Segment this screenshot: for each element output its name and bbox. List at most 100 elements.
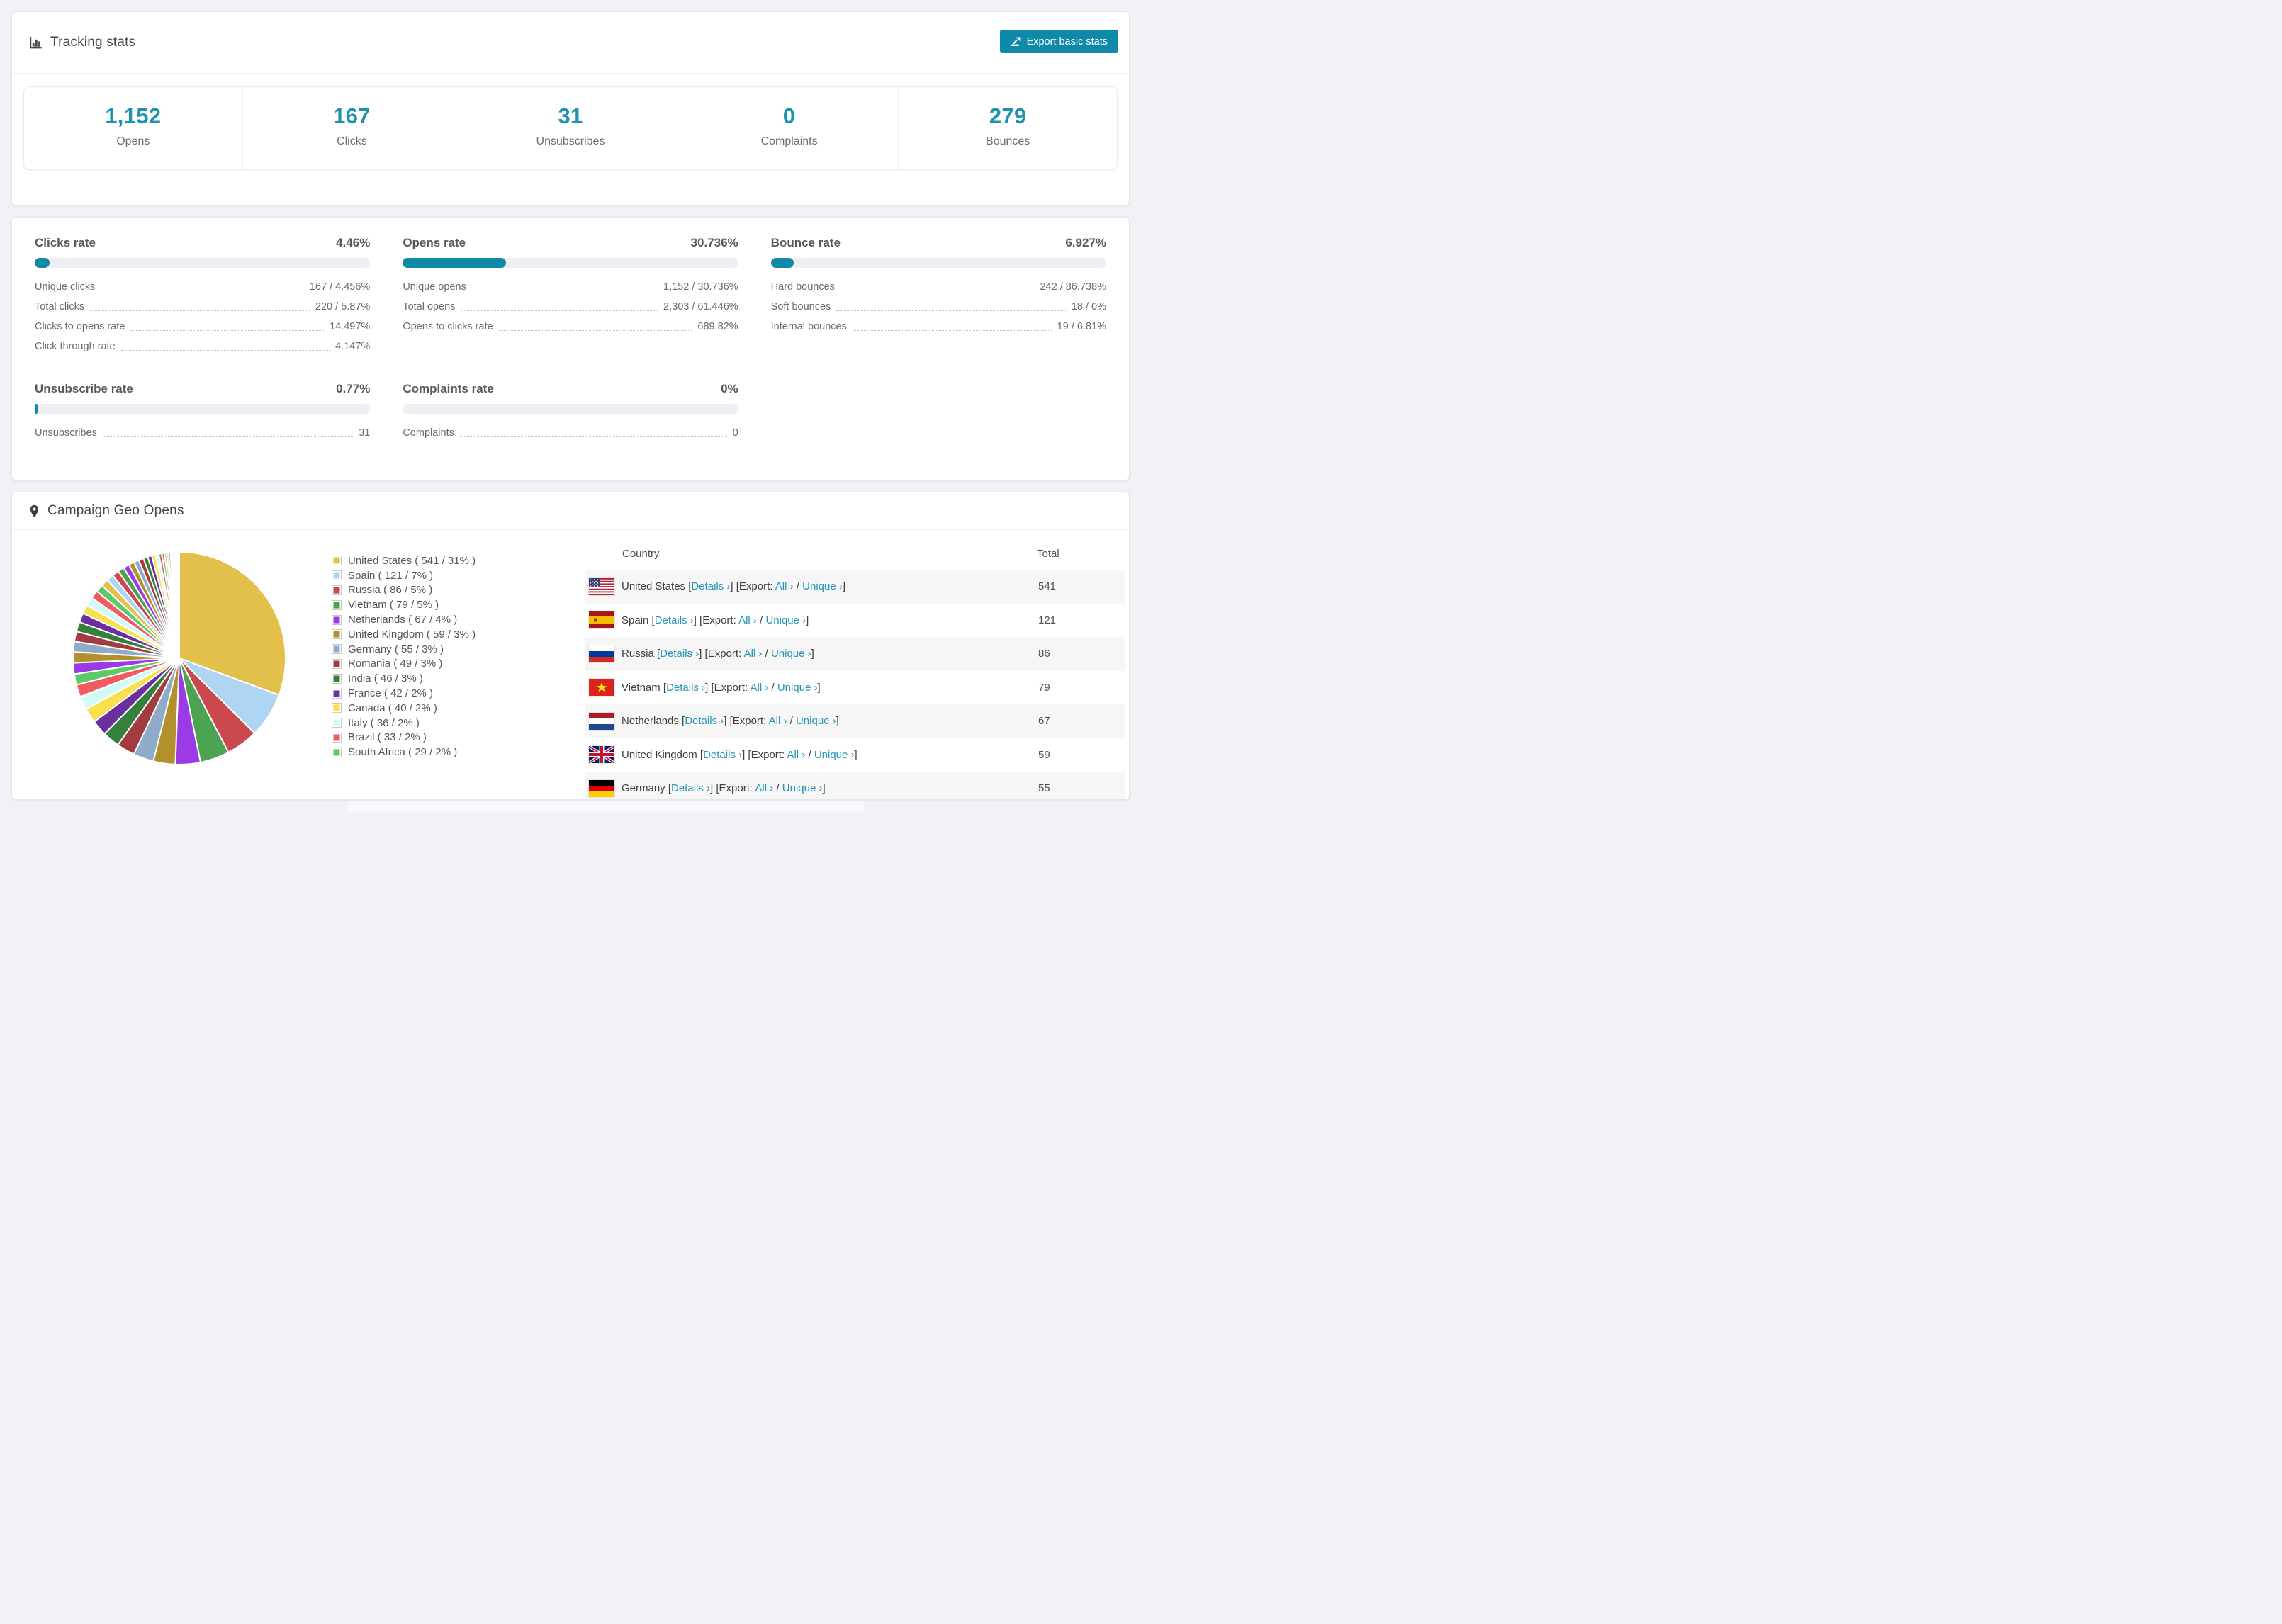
legend-label: Germany ( 55 / 3% ) [348, 643, 444, 655]
export-all-link[interactable]: All › [775, 580, 794, 592]
export-unique-link[interactable]: Unique › [777, 682, 818, 694]
rate-value: 0% [721, 382, 738, 395]
stat-label: Unsubscribes [536, 135, 605, 147]
rate-stat-value: 4.147% [335, 341, 371, 352]
legend-item-netherlands: Netherlands ( 67 / 4% ) [332, 612, 476, 627]
export-all-link[interactable]: All › [738, 614, 757, 626]
details-link[interactable]: Details › [655, 614, 694, 626]
legend-label: Italy ( 36 / 2% ) [348, 716, 420, 729]
rate-stat-label: Complaints [403, 427, 454, 439]
rate-value: 6.927% [1065, 236, 1106, 249]
stat-label: Bounces [986, 135, 1030, 147]
rate-stat-value: 18 / 0% [1071, 301, 1106, 312]
export-unique-link[interactable]: Unique › [771, 648, 811, 660]
geo-total-cell: 121 [1038, 614, 1057, 626]
export-icon [1011, 36, 1021, 47]
stat-label: Opens [116, 135, 150, 147]
stat-tile-clicks: 167 Clicks [242, 87, 461, 169]
legend-swatch [332, 629, 342, 640]
legend-item-united-states: United States ( 541 / 31% ) [332, 553, 476, 568]
geo-country-cell: United Kingdom [Details ›] [Export: All … [622, 748, 858, 761]
rate-stat-label: Internal bounces [770, 321, 847, 332]
rate-title: Complaints rate [403, 382, 494, 395]
rate-block-complaints-rate: Complaints rate 0% Complaints 0 [403, 382, 738, 443]
details-link[interactable]: Details › [660, 648, 699, 660]
geo-total-cell: 55 [1038, 782, 1050, 795]
legend-item-france: France ( 42 / 2% ) [332, 686, 476, 701]
details-link[interactable]: Details › [703, 749, 742, 761]
legend-label: Canada ( 40 / 2% ) [348, 701, 437, 714]
details-link[interactable]: Details › [685, 715, 724, 727]
flag-icon-us [589, 577, 614, 595]
legend-swatch [332, 570, 342, 581]
rate-progress-fill [770, 258, 794, 268]
geo-title: Campaign Geo Opens [47, 503, 184, 518]
legend-swatch [332, 732, 342, 743]
dotted-leader [90, 310, 310, 311]
geo-total-cell: 67 [1038, 715, 1050, 728]
map-pin-icon [29, 504, 40, 518]
stat-value: 0 [782, 103, 796, 128]
tracking-stats-card: Tracking stats Export basic stats 1,152 … [11, 11, 1130, 205]
rates-grid: Clicks rate 4.46% Unique clicks 167 / 4.… [12, 218, 1129, 443]
export-unique-link[interactable]: Unique › [765, 614, 806, 626]
rate-stat-row: Complaints 0 [403, 423, 738, 443]
rate-stat-row: Unique clicks 167 / 4.456% [35, 277, 370, 297]
stat-value: 1,152 [105, 103, 162, 128]
legend-item-canada: Canada ( 40 / 2% ) [332, 701, 476, 716]
geo-table-row-germany: Germany [Details ›] [Export: All › / Uni… [585, 772, 1125, 799]
details-link[interactable]: Details › [691, 580, 730, 592]
dotted-leader [852, 329, 1052, 331]
tracking-stats-header: Tracking stats Export basic stats [12, 12, 1129, 74]
legend-swatch [332, 747, 342, 757]
geo-table-row-netherlands: Netherlands [Details ›] [Export: All › /… [585, 704, 1125, 738]
rate-stat-value: 242 / 86.738% [1040, 281, 1106, 293]
legend-label: Romania ( 49 / 3% ) [348, 658, 443, 670]
dotted-leader [120, 349, 330, 351]
geo-table-row-united-kingdom: United Kingdom [Details ›] [Export: All … [585, 738, 1125, 772]
rate-progress-fill [403, 258, 506, 268]
export-all-link[interactable]: All › [769, 715, 787, 727]
export-unique-link[interactable]: Unique › [814, 749, 855, 761]
legend-item-romania: Romania ( 49 / 3% ) [332, 657, 476, 672]
rate-stat-row: Hard bounces 242 / 86.738% [771, 277, 1106, 297]
rate-stat-label: Unique clicks [35, 281, 96, 293]
export-unique-link[interactable]: Unique › [802, 580, 843, 592]
flag-icon-nl [589, 712, 614, 730]
legend-swatch [332, 599, 342, 610]
export-basic-stats-button[interactable]: Export basic stats [999, 30, 1118, 53]
rate-stat-label: Unsubscribes [35, 427, 97, 439]
export-all-link[interactable]: All › [744, 648, 763, 660]
rate-stat-label: Unique opens [403, 281, 466, 293]
export-unique-link[interactable]: Unique › [796, 715, 836, 727]
rate-title: Opens rate [403, 236, 466, 249]
legend-label: United States ( 541 / 31% ) [348, 554, 476, 567]
legend-swatch [332, 658, 342, 669]
rate-stat-row: Soft bounces 18 / 0% [771, 297, 1106, 317]
geo-table: Country Total United States [Details ›] … [585, 538, 1125, 799]
legend-swatch [332, 688, 342, 699]
export-all-link[interactable]: All › [750, 682, 768, 694]
rate-stat-value: 0 [732, 427, 738, 439]
stat-label: Clicks [337, 135, 367, 147]
export-all-link[interactable]: All › [755, 782, 773, 794]
rate-stat-value: 1,152 / 30.736% [663, 281, 738, 293]
geo-table-header: Country Total [585, 538, 1125, 570]
rate-stat-label: Soft bounces [770, 301, 831, 312]
page-footer-strip [347, 801, 865, 812]
geo-country-cell: United States [Details ›] [Export: All ›… [622, 580, 846, 593]
rate-progress-track [35, 404, 371, 414]
legend-item-vietnam: Vietnam ( 79 / 5% ) [332, 597, 476, 612]
campaign-geo-opens-card: Campaign Geo Opens United States ( 541 /… [11, 492, 1130, 800]
flag-icon-de [589, 779, 614, 797]
stat-value: 167 [333, 103, 371, 128]
export-unique-link[interactable]: Unique › [782, 782, 823, 794]
rate-stat-row: Total clicks 220 / 5.87% [35, 297, 370, 317]
legend-item-south-africa: South Africa ( 29 / 2% ) [332, 745, 476, 760]
export-all-link[interactable]: All › [787, 749, 805, 761]
details-link[interactable]: Details › [666, 682, 705, 694]
legend-swatch [332, 718, 342, 728]
details-link[interactable]: Details › [671, 782, 710, 794]
flag-icon-es [589, 611, 614, 629]
rate-block-unsubscribe-rate: Unsubscribe rate 0.77% Unsubscribes 31 [35, 382, 371, 443]
